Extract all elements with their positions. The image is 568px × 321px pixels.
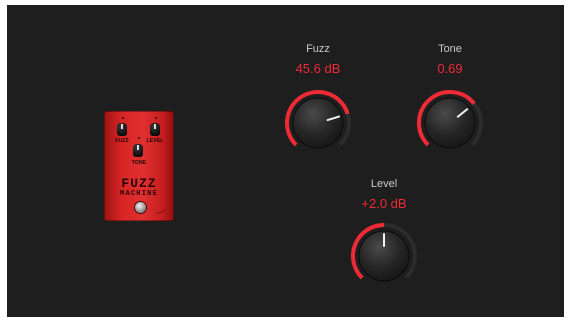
level-knob[interactable] xyxy=(349,221,419,291)
tone-value: 0.69 xyxy=(437,61,463,76)
pedal-knob-mark xyxy=(155,117,157,119)
fuzz-knob[interactable] xyxy=(283,88,353,158)
knob-body xyxy=(292,97,344,149)
fuzz-pedal-image: FUZZ LEVEL TONE FUZZ MACHINE xyxy=(104,111,174,221)
knob-body xyxy=(424,97,476,149)
fuzz-label: Fuzz xyxy=(306,43,330,55)
pedal-knob-mark xyxy=(122,117,124,119)
pedal-tone-knob xyxy=(133,144,143,157)
level-label: Level xyxy=(370,178,398,190)
pedal-level-knob xyxy=(150,123,160,136)
pedal-brand-title: FUZZ xyxy=(121,176,157,191)
level-value: +2.0 dB xyxy=(361,196,407,211)
pedal-level-label: LEVEL xyxy=(146,138,164,144)
pedal-brand-subtitle: MACHINE xyxy=(120,190,158,198)
tone-label: Tone xyxy=(438,43,462,55)
pedal-fuzz-knob xyxy=(117,123,127,136)
fuzz-value: 45.6 dB xyxy=(295,61,341,76)
tone-knob[interactable] xyxy=(415,88,485,158)
pedal-footswitch xyxy=(135,202,146,213)
pedal-knob-mark xyxy=(138,137,140,139)
pedal-tone-label: TONE xyxy=(131,160,147,166)
pedal-fuzz-label: FUZZ xyxy=(115,138,129,144)
